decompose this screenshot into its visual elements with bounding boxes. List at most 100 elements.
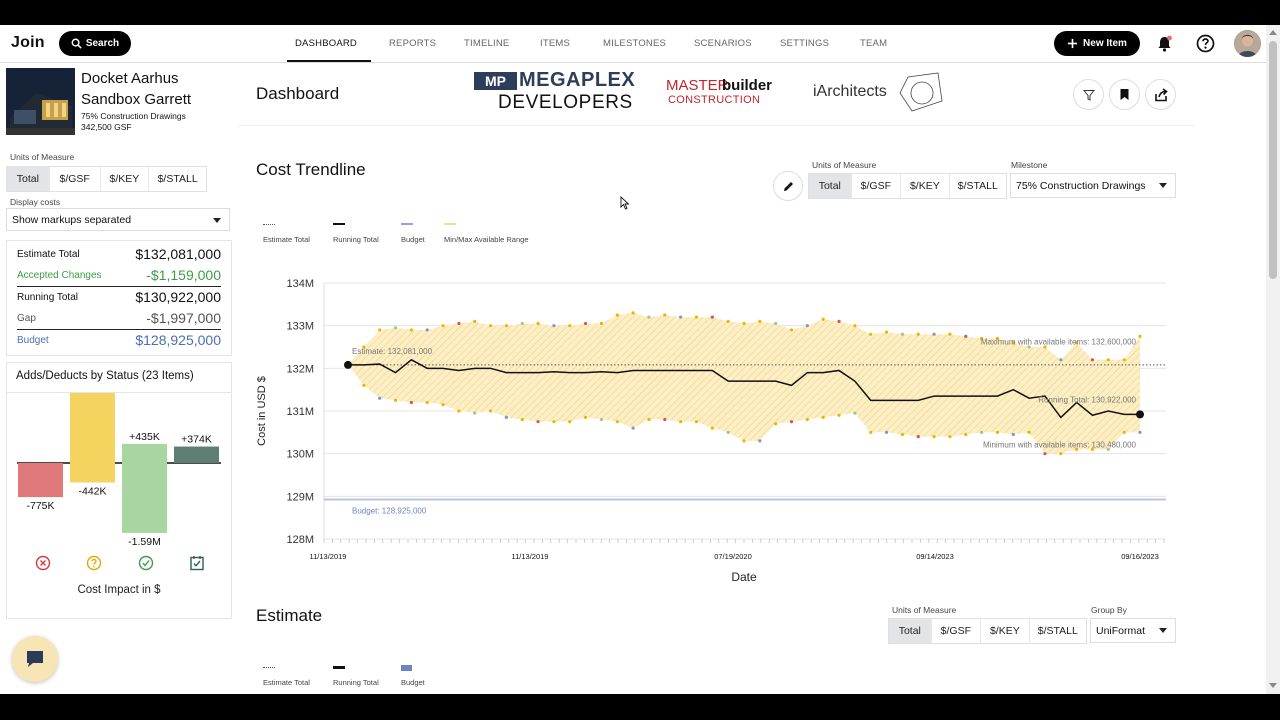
range-max-point — [615, 313, 619, 317]
x-tick-label: 09/16/2023 — [1121, 552, 1159, 561]
deduct-bar-accepted — [122, 463, 167, 533]
range-max-point — [774, 321, 778, 326]
milestone-select[interactable]: 75% Construction Drawings — [1010, 173, 1176, 198]
megaplex-logo: MP MEGAPLEX DEVELOPERS — [474, 69, 635, 116]
pending-icon — [86, 555, 102, 571]
legend-running-label: Running Total — [333, 235, 379, 244]
range-min-point — [694, 420, 699, 424]
cost-label: Estimate Total — [17, 249, 80, 260]
units-stall-option[interactable]: $/STALL — [149, 167, 206, 191]
help-icon[interactable] — [1196, 34, 1215, 53]
range-max-point — [805, 324, 809, 328]
range-max-point — [742, 321, 746, 326]
plus-icon — [1067, 38, 1078, 49]
units-gsf-option[interactable]: $/GSF — [50, 167, 101, 191]
new-item-button[interactable]: New Item — [1054, 31, 1140, 56]
add-label-accepted: +435K — [129, 431, 160, 443]
range-max-point — [552, 324, 556, 328]
scroll-up-arrow-icon[interactable] — [1269, 30, 1277, 35]
search-button[interactable]: Search — [59, 31, 131, 56]
cost-row-running: Running Total $130,922,000 — [17, 288, 221, 308]
range-min-point — [536, 420, 540, 424]
legend-running-label: Running Total — [333, 678, 379, 687]
tab-team[interactable]: TEAM — [860, 38, 887, 49]
bell-icon[interactable] — [1156, 35, 1173, 53]
avatar[interactable] — [1234, 30, 1261, 57]
units-key-option[interactable]: $/KEY — [981, 619, 1030, 643]
units-total-option[interactable]: Total — [889, 619, 932, 643]
units-key-option[interactable]: $/KEY — [101, 167, 150, 191]
add-bar-pending — [70, 393, 115, 463]
scroll-thumb[interactable] — [1269, 41, 1277, 279]
range-min-point — [425, 400, 429, 405]
tab-scenarios[interactable]: SCENARIOS — [694, 38, 752, 49]
range-min-point — [853, 411, 857, 415]
range-min-point — [663, 417, 667, 422]
range-max-point — [1122, 358, 1126, 362]
bookmark-button[interactable] — [1109, 79, 1140, 110]
page-title: Dashboard — [256, 84, 340, 103]
range-max-point — [884, 330, 889, 334]
iarchitects-text: iArchitects — [813, 83, 887, 100]
project-name: Docket Aarhus Sandbox Garrett — [81, 70, 192, 108]
black-frame-top — [0, 0, 1280, 25]
add-bar-accepted — [122, 443, 167, 463]
running-total-end-point — [1136, 410, 1144, 419]
tab-timeline[interactable]: TIMELINE — [464, 38, 509, 49]
range-max-point — [1106, 358, 1110, 362]
range-min-point — [774, 422, 778, 426]
units-stall-option[interactable]: $/STALL — [1030, 619, 1086, 643]
tab-settings[interactable]: SETTINGS — [780, 38, 829, 49]
legend-budget-label: Budget — [401, 678, 425, 687]
range-max-point — [900, 332, 905, 336]
cost-row-gap: Gap -$1,997,000 — [17, 309, 221, 330]
x-tick-label: 09/14/2023 — [916, 552, 954, 561]
units-total-option[interactable]: Total — [7, 167, 50, 191]
tab-milestones[interactable]: MILESTONES — [603, 38, 666, 49]
legend-estimate-label: Estimate Total — [263, 678, 310, 687]
range-min-point — [378, 396, 382, 400]
join-logo[interactable]: Join — [11, 34, 45, 52]
share-icon — [1154, 87, 1168, 101]
cost-row-estimate: Estimate Total $132,081,000 — [17, 245, 221, 265]
units-key-option[interactable]: $/KEY — [901, 174, 950, 198]
range-min-point — [599, 417, 604, 422]
cost-label: Budget — [17, 335, 49, 346]
units-gsf-option[interactable]: $/GSF — [852, 174, 902, 198]
chat-icon — [27, 651, 43, 667]
range-max-point — [647, 315, 651, 319]
tab-dashboard[interactable]: DASHBOARD — [295, 38, 357, 49]
max-annotation: Maximum with available items: 132,600,00… — [981, 338, 1137, 347]
range-max-point — [457, 321, 461, 326]
range-min-point — [1011, 432, 1015, 437]
y-tick-label: 133M — [286, 321, 314, 333]
tab-items[interactable]: ITEMS — [540, 38, 570, 49]
tab-reports[interactable]: REPORTS — [389, 38, 436, 49]
iarchitects-mark-icon — [899, 72, 943, 112]
legend-running-swatch — [333, 223, 345, 225]
range-min-point — [1043, 452, 1047, 456]
y-tick-label: 130M — [286, 449, 314, 461]
project-phase: 75% Construction Drawings — [81, 111, 186, 121]
share-button[interactable] — [1145, 79, 1176, 110]
units-total-option[interactable]: Total — [809, 174, 852, 198]
project-gsf: 342,500 GSF — [81, 122, 132, 132]
filter-button[interactable] — [1073, 79, 1104, 110]
units-stall-option[interactable]: $/STALL — [950, 174, 1006, 198]
scroll-down-arrow-icon[interactable] — [1269, 683, 1277, 688]
range-max-point — [1138, 334, 1142, 338]
range-min-point — [805, 417, 809, 422]
page-scrollbar[interactable] — [1266, 25, 1280, 694]
units-gsf-option[interactable]: $/GSF — [932, 619, 982, 643]
range-min-point — [1138, 430, 1142, 434]
running-total-annotation: Running Total: 130,922,000 — [1038, 395, 1136, 404]
display-costs-select[interactable]: Show markups separated — [6, 208, 230, 231]
edit-button[interactable] — [773, 171, 803, 201]
range-min-point — [995, 430, 1000, 434]
chat-button[interactable] — [12, 636, 58, 682]
bookmark-icon — [1120, 89, 1129, 100]
group-by-select[interactable]: UniFormat — [1090, 618, 1176, 643]
top-nav: Join Search DASHBOARD REPORTS TIMELINE I… — [0, 25, 1266, 63]
range-min-point — [964, 432, 968, 437]
chevron-down-icon — [1159, 628, 1167, 633]
